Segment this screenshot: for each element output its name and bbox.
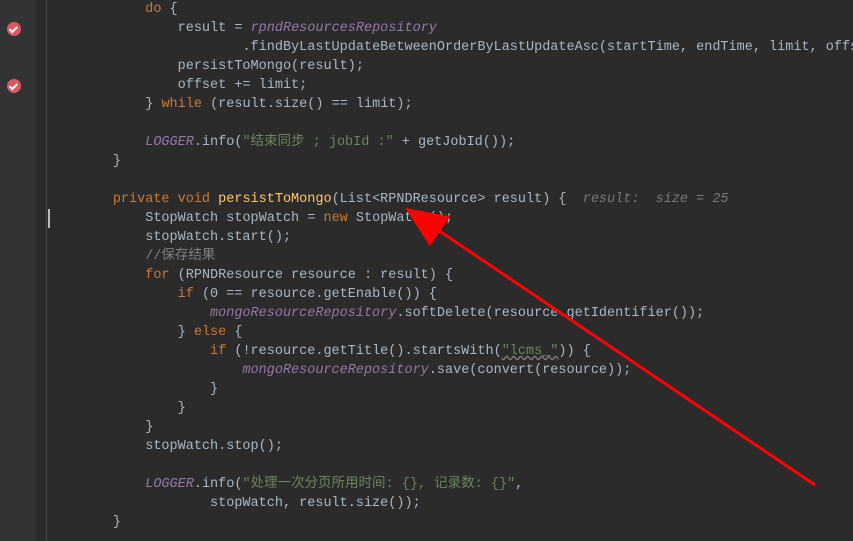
code-line: } (48, 418, 853, 437)
code-line: mongoResourceRepository.save(convert(res… (48, 361, 853, 380)
code-line (48, 171, 853, 190)
code-line: stopWatch.stop(); (48, 437, 853, 456)
breakpoint-error-icon[interactable] (7, 22, 21, 36)
code-line: if (!resource.getTitle().startsWith("lcm… (48, 342, 853, 361)
code-line: offset += limit; (48, 76, 853, 95)
code-line: } while (result.size() == limit); (48, 95, 853, 114)
code-line: result = rpndResourcesRepository (48, 19, 853, 38)
code-line: } (48, 380, 853, 399)
code-line: //保存结果 (48, 247, 853, 266)
code-line: stopWatch.start(); (48, 228, 853, 247)
gutter (0, 0, 36, 541)
code-line: private void persistToMongo(List<RPNDRes… (48, 190, 853, 209)
code-line: LOGGER.info("处理一次分页所用时间: {}, 记录数: {}", (48, 475, 853, 494)
code-line: } (48, 152, 853, 171)
code-line: } else { (48, 323, 853, 342)
breakpoint-error-icon[interactable] (7, 79, 21, 93)
code-line-current: StopWatch stopWatch = new StopWatch(); (48, 209, 853, 228)
code-line (48, 456, 853, 475)
code-line: do { (48, 0, 853, 19)
code-line: } (48, 513, 853, 532)
code-line: mongoResourceRepository.softDelete(resou… (48, 304, 853, 323)
code-line: .findByLastUpdateBetweenOrderByLastUpdat… (48, 38, 853, 57)
code-line: if (0 == resource.getEnable()) { (48, 285, 853, 304)
gutter-divider (36, 0, 47, 541)
caret (48, 209, 50, 228)
code-line: LOGGER.info("结束同步 ; jobId :" + getJobId(… (48, 133, 853, 152)
code-line: stopWatch, result.size()); (48, 494, 853, 513)
code-line: for (RPNDResource resource : result) { (48, 266, 853, 285)
inline-hint: result: size = 25 (567, 192, 729, 207)
code-editor[interactable]: do { result = rpndResourcesRepository .f… (48, 0, 853, 541)
code-line: persistToMongo(result); (48, 57, 853, 76)
code-line: } (48, 399, 853, 418)
code-line (48, 114, 853, 133)
